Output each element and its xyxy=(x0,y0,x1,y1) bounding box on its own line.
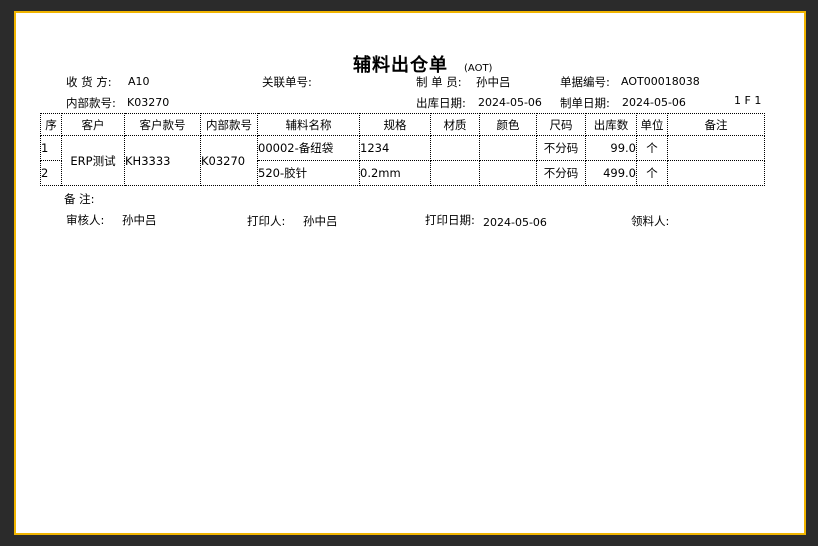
col-header-remark: 备注 xyxy=(667,113,765,136)
printer-label: 打印人: xyxy=(247,214,286,228)
col-header-customer-style: 客户款号 xyxy=(124,113,201,136)
col-header-spec: 规格 xyxy=(359,113,431,136)
out-date-value: 2024-05-06 xyxy=(478,96,542,109)
print-date-value: 2024-05-06 xyxy=(483,216,547,229)
print-preview-page: 辅料出仓单 (AOT) 收 货 方: A10 关联单号: 制 单 员: 孙中吕 … xyxy=(14,11,806,535)
col-header-customer: 客户 xyxy=(61,113,125,136)
reviewer-value: 孙中吕 xyxy=(122,213,157,227)
receiver-label: 收 货 方: xyxy=(66,75,112,89)
cell-seq: 2 xyxy=(40,160,62,186)
material-receiver-label: 领料人: xyxy=(631,214,670,228)
cell-qty: 499.0 xyxy=(585,160,637,186)
internal-style-value: K03270 xyxy=(127,96,170,109)
cell-spec: 1234 xyxy=(359,135,431,161)
print-date-label: 打印日期: xyxy=(425,213,475,227)
creator-value: 孙中吕 xyxy=(476,75,511,89)
cell-unit: 个 xyxy=(636,135,668,161)
internal-style-label: 内部款号: xyxy=(66,96,116,110)
cell-size: 不分码 xyxy=(536,135,586,161)
cell-seq: 1 xyxy=(40,135,62,161)
col-header-texture: 材质 xyxy=(430,113,480,136)
cell-texture xyxy=(430,160,480,186)
cell-spec: 0.2mm xyxy=(359,160,431,186)
material-table: 序 客户 客户款号 内部款号 辅料名称 规格 材质 颜色 尺码 出库数 单位 备… xyxy=(40,113,765,186)
related-no-label: 关联单号: xyxy=(262,75,312,89)
table-row: 1 ERP测试 KH3333 K03270 00002-备纽袋 1234 不分码… xyxy=(40,135,765,186)
cell-remark xyxy=(667,135,765,161)
printer-value: 孙中吕 xyxy=(303,214,338,228)
cell-color xyxy=(479,135,537,161)
reviewer-label: 审核人: xyxy=(66,213,105,227)
cell-size: 不分码 xyxy=(536,160,586,186)
remarks-label: 备 注: xyxy=(64,192,95,206)
document-subtitle: (AOT) xyxy=(464,63,493,74)
col-header-seq: 序 xyxy=(40,113,62,136)
doc-no-label: 单据编号: xyxy=(560,75,610,89)
col-header-unit: 单位 xyxy=(636,113,668,136)
create-date-label: 制单日期: xyxy=(560,96,610,110)
cell-color xyxy=(479,160,537,186)
cell-customer: ERP测试 xyxy=(61,135,125,186)
cell-internal-style: K03270 xyxy=(200,135,258,186)
cell-material: 00002-备纽袋 xyxy=(257,135,360,161)
table-header-row: 序 客户 客户款号 内部款号 辅料名称 规格 材质 颜色 尺码 出库数 单位 备… xyxy=(40,113,765,136)
receiver-value: A10 xyxy=(128,75,150,88)
cell-unit: 个 xyxy=(636,160,668,186)
doc-no-value: AOT00018038 xyxy=(621,75,700,88)
cell-customer-style: KH3333 xyxy=(124,135,201,186)
col-header-material: 辅料名称 xyxy=(257,113,360,136)
create-date-value: 2024-05-06 xyxy=(622,96,686,109)
col-header-qty: 出库数 xyxy=(585,113,637,136)
cell-remark xyxy=(667,160,765,186)
creator-label: 制 单 员: xyxy=(416,75,462,89)
out-date-label: 出库日期: xyxy=(416,96,466,110)
page-indicator: 1 F 1 xyxy=(734,94,762,107)
col-header-color: 颜色 xyxy=(479,113,537,136)
col-header-internal-style: 内部款号 xyxy=(200,113,258,136)
col-header-size: 尺码 xyxy=(536,113,586,136)
cell-texture xyxy=(430,135,480,161)
cell-qty: 99.0 xyxy=(585,135,637,161)
cell-material: 520-胶针 xyxy=(257,160,360,186)
